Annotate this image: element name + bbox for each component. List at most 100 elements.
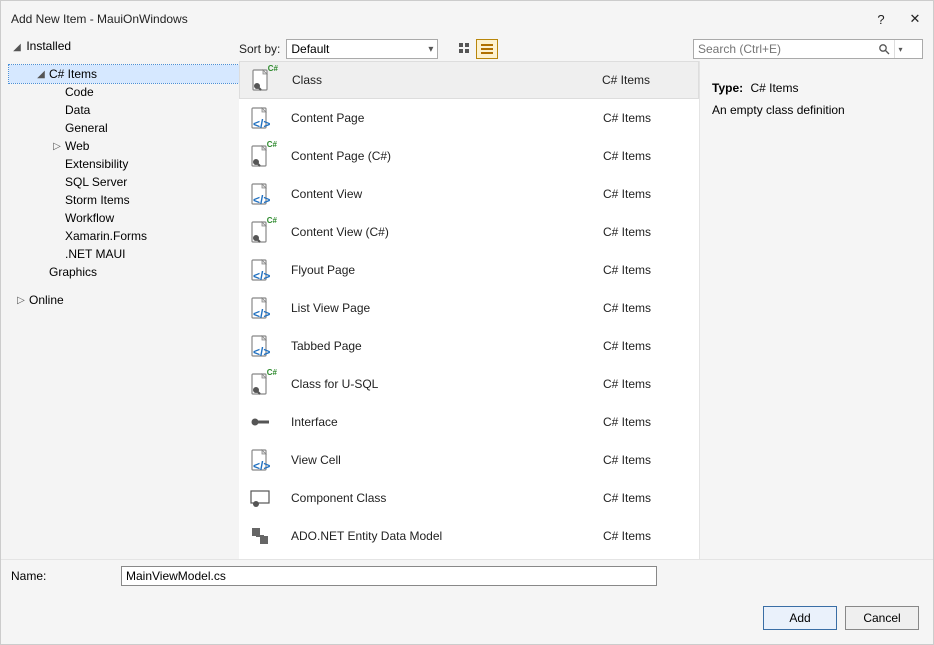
template-item[interactable]: </> Content ViewC# Items [239,175,699,213]
template-item[interactable]: C# Class for U-SQLC# Items [239,365,699,403]
search-dropdown-icon[interactable]: ▾ [894,40,906,58]
search-box[interactable]: ▾ [693,39,923,59]
cs-file-icon: C# [247,219,273,245]
search-icon[interactable] [874,40,894,58]
template-name: Component Class [291,491,603,505]
template-item[interactable]: </> Flyout PageC# Items [239,251,699,289]
template-name: Content View [291,187,603,201]
interface-icon [247,409,273,435]
category-tree: ◢ C# Items Code Data General▷Web Extensibil… [1,61,239,559]
name-row: Name: [1,559,933,592]
tree-item-label: Xamarin.Forms [63,229,147,243]
template-category: C# Items [603,415,683,429]
template-name: ADO.NET Entity Data Model [291,529,603,543]
template-name: Content Page [291,111,603,125]
cs-file-icon: C# [248,67,274,93]
chevron-down-icon: ▾ [428,44,433,55]
template-category: C# Items [603,225,683,239]
tree-item[interactable]: Workflow [9,209,239,227]
expander-icon[interactable]: ◢ [11,42,23,53]
template-category: C# Items [603,491,683,505]
xaml-file-icon: </> [247,295,273,321]
tree-item[interactable]: SQL Server [9,173,239,191]
template-item[interactable]: C#Content View (C#)C# Items [239,213,699,251]
tree-item[interactable]: Data [9,101,239,119]
template-name: Content Page (C#) [291,149,603,163]
template-category: C# Items [603,301,683,315]
xaml-file-icon: </> [247,257,273,283]
tree-item-label: .NET MAUI [63,247,125,261]
tree-item-label: Code [63,85,94,99]
template-item[interactable]: </> Content PageC# Items [239,99,699,137]
tree-item-graphics[interactable]: Graphics [9,263,239,281]
tree-item-label: Storm Items [63,193,130,207]
template-item[interactable]: Component ClassC# Items [239,479,699,517]
xaml-file-icon: </> [247,181,273,207]
template-item[interactable]: Application Configuration FileC# Items [239,555,699,559]
tree-item[interactable]: ▷Web [9,137,239,155]
close-button[interactable]: ✕ [907,11,923,27]
xaml-file-icon: </> [247,447,273,473]
tree-item[interactable]: Storm Items [9,191,239,209]
template-name: Tabbed Page [291,339,603,353]
tree-item[interactable]: .NET MAUI [9,245,239,263]
tree-item-label: Extensibility [63,157,128,171]
name-label: Name: [11,569,121,583]
template-item[interactable]: InterfaceC# Items [239,403,699,441]
tree-root-installed[interactable]: Installed [26,39,71,53]
template-item[interactable]: </>Tabbed PageC# Items [239,327,699,365]
template-category: C# Items [603,339,683,353]
template-category: C# Items [603,263,683,277]
expander-icon[interactable]: ▷ [51,141,63,152]
cs-file-icon: C# [247,371,273,397]
tree-item-label: Data [63,103,90,117]
view-list-button[interactable] [476,39,498,59]
name-input[interactable] [121,566,657,586]
type-description: An empty class definition [712,103,921,117]
expander-icon[interactable]: ◢ [35,69,47,80]
template-category: C# Items [603,377,683,391]
view-medium-icons-button[interactable] [454,39,476,59]
tree-item-label: SQL Server [63,175,127,189]
template-category: C# Items [603,111,683,125]
tree-item[interactable]: Code [9,83,239,101]
cs-file-icon: C# [247,143,273,169]
tree-root-online[interactable]: ▷ Online [9,291,239,309]
template-category: C# Items [603,149,683,163]
csharp-badge-icon: C# [267,368,277,377]
window-title: Add New Item - MauiOnWindows [11,12,188,26]
template-name: Class [292,73,602,87]
tree-item-csharp-items[interactable]: ◢ C# Items [9,65,239,83]
template-item[interactable]: </>View CellC# Items [239,441,699,479]
svg-text:</>: </> [253,193,270,206]
type-value: C# Items [750,81,798,95]
xaml-file-icon: </> [247,105,273,131]
template-name: Class for U-SQL [291,377,603,391]
edmx-icon [247,523,273,549]
template-item[interactable]: C# ClassC# Items [239,61,699,99]
tree-item[interactable]: General [9,119,239,137]
tree-item[interactable]: Xamarin.Forms [9,227,239,245]
template-name: View Cell [291,453,603,467]
sortby-label: Sort by: [239,42,280,56]
search-input[interactable] [694,40,874,58]
sortby-dropdown[interactable]: Default ▾ [286,39,438,59]
add-button[interactable]: Add [763,606,837,630]
csharp-badge-icon: C# [267,140,277,149]
svg-text:</>: </> [253,459,270,472]
template-category: C# Items [602,73,682,87]
svg-text:</>: </> [253,269,270,282]
template-item[interactable]: ADO.NET Entity Data ModelC# Items [239,517,699,555]
cancel-button[interactable]: Cancel [845,606,919,630]
template-category: C# Items [603,187,683,201]
tree-item-label: Workflow [63,211,114,225]
component-icon [247,485,273,511]
template-name: Flyout Page [291,263,603,277]
template-item[interactable]: C# Content Page (C#)C# Items [239,137,699,175]
tree-item[interactable]: Extensibility [9,155,239,173]
help-button[interactable]: ? [873,11,889,27]
template-item[interactable]: </>List View PageC# Items [239,289,699,327]
title-bar: Add New Item - MauiOnWindows ? ✕ [1,1,933,31]
template-category: C# Items [603,529,683,543]
expander-icon[interactable]: ▷ [15,295,27,306]
